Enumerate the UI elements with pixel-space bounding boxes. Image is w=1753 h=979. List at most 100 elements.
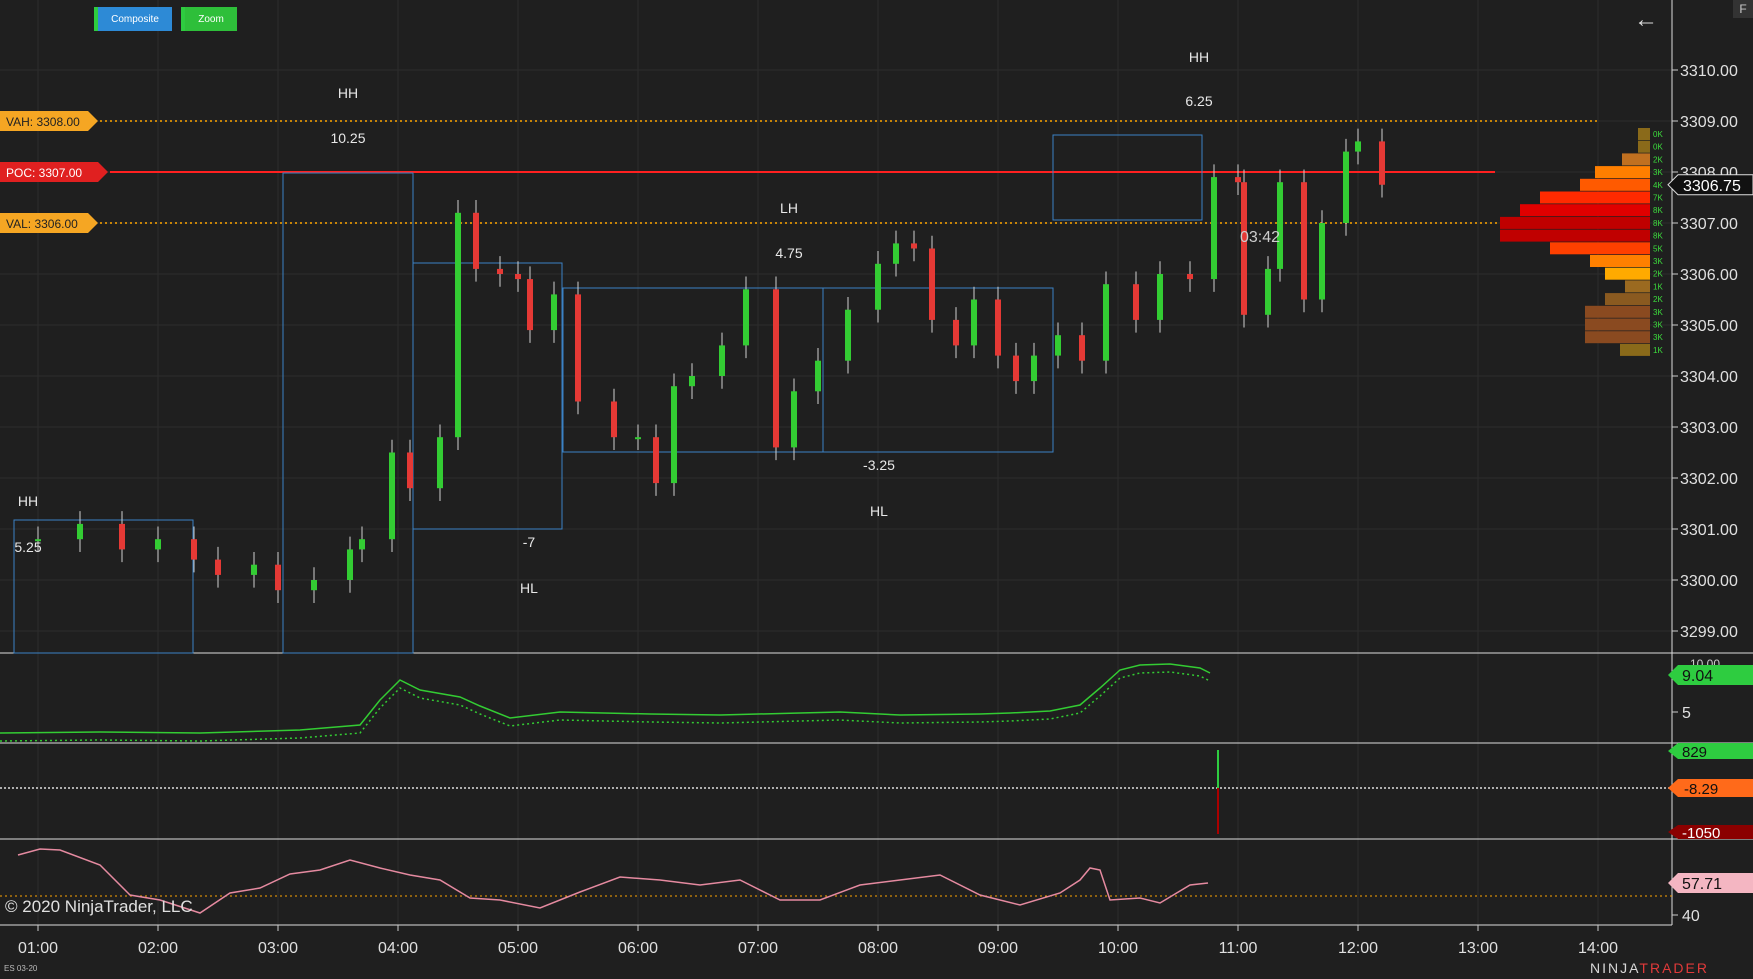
candle-body [1343, 151, 1349, 223]
osc2-top-label: 829 [1682, 744, 1707, 761]
volume-profile-label: 8K [1653, 206, 1663, 215]
candle-body [815, 360, 821, 392]
volume-profile-label: 3K [1653, 168, 1663, 177]
volume-profile-label: 8K [1653, 232, 1663, 241]
volume-profile-label: 7K [1653, 194, 1663, 203]
swing-value: 5.25 [14, 539, 41, 555]
candle-body [497, 268, 503, 274]
candle-body [653, 437, 659, 484]
swing-box [412, 262, 563, 530]
candle-body [359, 539, 365, 550]
candle-body [77, 523, 83, 540]
candle-body [1211, 177, 1217, 280]
arrow-left-icon[interactable]: ← [1634, 6, 1658, 34]
osc3-tick-label: 40 [1682, 908, 1700, 925]
val-label: VAL: 3306.00 [6, 217, 78, 231]
time-tick-label: 04:00 [378, 940, 418, 957]
candle-body [1319, 223, 1325, 300]
volume-profile-label: 8K [1653, 219, 1663, 228]
candle-body [347, 549, 353, 580]
volume-profile-label: 1K [1653, 346, 1663, 355]
volume-profile-bar [1595, 166, 1650, 179]
volume-profile-label: 2K [1653, 295, 1663, 304]
candle-body [743, 289, 749, 346]
volume-profile-bar [1622, 153, 1650, 166]
candle-body [971, 299, 977, 346]
swing-value: 10.25 [330, 130, 365, 146]
candle-body [875, 263, 881, 310]
time-tick-label: 08:00 [858, 940, 898, 957]
bar-countdown: 03:42 [1240, 229, 1280, 246]
candle-body [191, 539, 197, 560]
swing-box [1052, 134, 1203, 221]
instrument-label: ES 03-20 [4, 964, 38, 973]
volume-profile-bar [1580, 178, 1650, 191]
volume-profile-bar [1625, 280, 1650, 293]
price-tick-label: 3309.00 [1680, 114, 1738, 131]
candle-body [635, 437, 641, 440]
candle-body [953, 319, 959, 346]
volume-profile-label: 1K [1653, 282, 1663, 291]
candle-body [437, 437, 443, 489]
time-tick-label: 03:00 [258, 940, 298, 957]
swing-value: 4.75 [775, 245, 802, 261]
osc2-mid-label: -8.29 [1684, 781, 1718, 798]
volume-profile-bar [1500, 216, 1650, 229]
swing-type: HL [870, 503, 888, 519]
candle-body [671, 386, 677, 484]
composite-button[interactable]: Composite [94, 7, 172, 31]
f-button[interactable]: F [1733, 0, 1753, 18]
candle-body [1157, 274, 1163, 320]
volume-profile-label: 3K [1653, 333, 1663, 342]
osc2-bottom-label: -1050 [1682, 825, 1720, 842]
f-label: F [1739, 2, 1747, 16]
candle-body [1013, 355, 1019, 382]
chart-window[interactable]: 3310.00 3309.00 3308.00 3307.00 3306.00 3305.… [0, 0, 1753, 979]
candle-body [155, 539, 161, 550]
osc1-tick-label: 5 [1682, 705, 1691, 722]
osc1-fast-line [0, 663, 1211, 734]
volume-profile-label: 3K [1653, 257, 1663, 266]
volume-profile-bar [1550, 242, 1650, 255]
candle-body [551, 294, 557, 331]
osc1-value-label: 9.04 [1682, 668, 1713, 685]
swing-value: -3.25 [863, 457, 895, 473]
osc1-slow-line [0, 671, 1211, 742]
volume-profile-bar [1585, 318, 1650, 331]
swing-box [282, 172, 414, 654]
price-tick-label: 3303.00 [1680, 420, 1738, 437]
volume-profile-label: 3K [1653, 308, 1663, 317]
candle-body [1301, 182, 1307, 300]
candle-body [719, 345, 725, 376]
volume-profile-label: 0K [1653, 143, 1663, 152]
price-tick-label: 3305.00 [1680, 318, 1738, 335]
volume-profile-bar [1620, 343, 1650, 356]
zoom-button[interactable]: Zoom [181, 7, 237, 31]
candle-body [1235, 177, 1241, 183]
candle-body [611, 401, 617, 438]
volume-profile-label: 5K [1653, 244, 1663, 253]
osc3-value-label: 57.71 [1682, 876, 1722, 893]
swing-value: -7 [523, 534, 536, 550]
swing-type: HH [338, 85, 358, 101]
time-tick-label: 06:00 [618, 940, 658, 957]
volume-profile-bar [1605, 293, 1650, 306]
candle-body [1379, 141, 1385, 185]
candle-body [389, 452, 395, 540]
volume-profile-bar [1638, 128, 1650, 140]
price-tick-label: 3306.00 [1680, 267, 1738, 284]
candle-body [911, 243, 917, 249]
swing-type: LH [780, 200, 798, 216]
time-tick-label: 07:00 [738, 940, 778, 957]
candle-body [1265, 268, 1271, 315]
candle-body [1103, 284, 1109, 361]
time-tick-label: 02:00 [138, 940, 178, 957]
candle-body [275, 564, 281, 591]
price-tick-label: 3302.00 [1680, 471, 1738, 488]
price-chart[interactable]: 3310.003309.003308.003307.003306.003305.… [0, 0, 1753, 979]
candle-body [119, 523, 125, 550]
ninjatrader-logo: NINJATRADER [1590, 960, 1709, 976]
candle-body [1241, 182, 1247, 315]
volume-profile-label: 2K [1653, 270, 1663, 279]
volume-profile-bar [1520, 204, 1650, 217]
